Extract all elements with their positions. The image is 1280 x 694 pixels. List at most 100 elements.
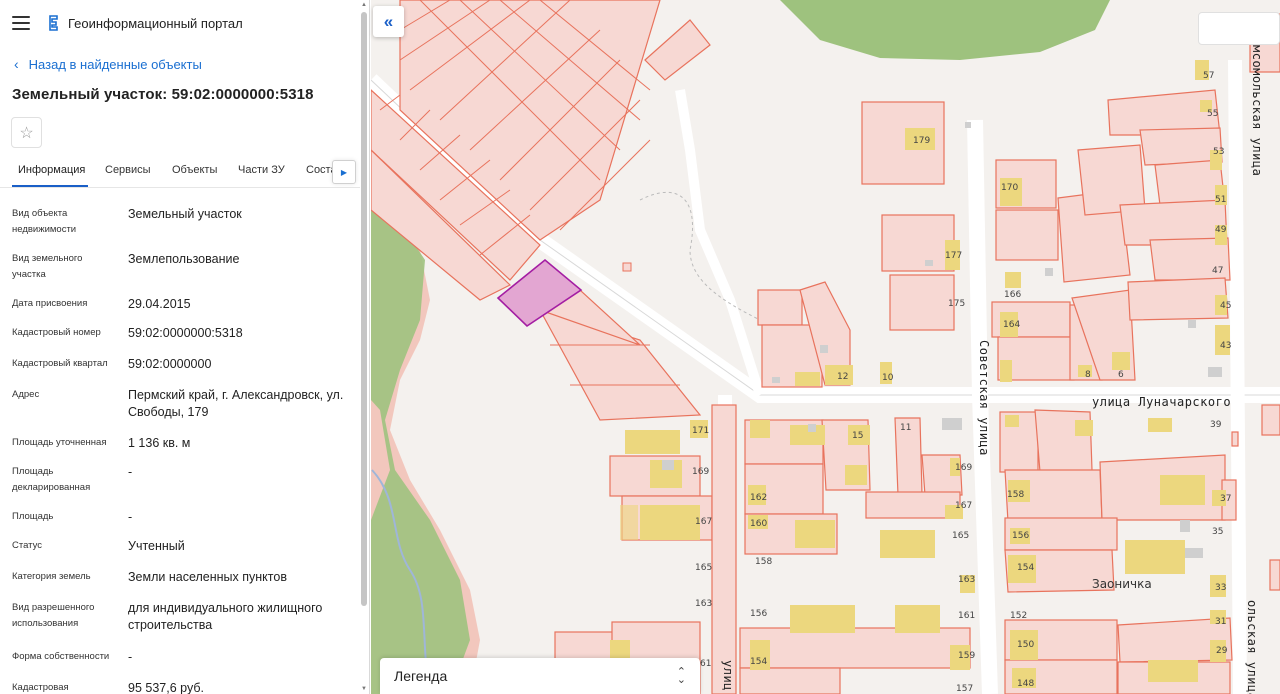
detail-label: Форма собственности (12, 651, 110, 662)
svg-text:15: 15 (852, 431, 863, 441)
cadastral-map[interactable]: 57 55 53 51 49 47 45 43 179 170 177 175 166 164 12… (371, 0, 1280, 694)
street-label-komsomolskaya: мсомольская улица (1250, 45, 1264, 176)
detail-value: Земельный участок (128, 207, 242, 221)
svg-text:169: 169 (692, 467, 709, 477)
info-sidebar: Геоинформационный портал ‹ Назад в найде… (0, 0, 370, 694)
svg-text:161: 161 (958, 611, 975, 621)
svg-text:175: 175 (948, 299, 965, 309)
tab-info[interactable]: Информация (18, 164, 85, 176)
svg-text:163: 163 (695, 599, 712, 609)
legend-dropdown[interactable]: Легенда ⌃ ⌄ (380, 658, 700, 694)
active-tab-indicator (12, 185, 88, 187)
svg-text:11: 11 (900, 423, 911, 433)
detail-value: 29.04.2015 (128, 297, 191, 311)
tab-objects[interactable]: Объекты (172, 164, 217, 176)
svg-text:167: 167 (695, 517, 712, 527)
collapse-sidebar-button[interactable]: « (373, 6, 404, 37)
svg-text:43: 43 (1220, 341, 1231, 351)
tab-parts[interactable]: Части ЗУ (238, 164, 285, 176)
detail-value: Учтенный (128, 539, 185, 553)
detail-label: Площадь декларированная (12, 466, 91, 493)
svg-text:179: 179 (913, 136, 930, 146)
back-to-results-link[interactable]: ‹ Назад в найденные объекты (14, 56, 202, 72)
detail-value: 59:02:0000000:5318 (128, 326, 243, 340)
svg-text:39: 39 (1210, 420, 1222, 430)
svg-text:167: 167 (955, 501, 972, 511)
svg-text:49: 49 (1215, 225, 1227, 235)
street-label-bottom-left: улиц (721, 660, 735, 691)
svg-text:8: 8 (1085, 370, 1091, 380)
tabs-next-button[interactable]: ▶ (332, 160, 356, 184)
detail-label: Площадь (12, 511, 54, 522)
map-search-box[interactable] (1198, 12, 1280, 45)
detail-label: Вид земельного участка (12, 253, 83, 280)
portal-title: Геоинформационный портал (68, 15, 243, 31)
detail-value: - (128, 650, 133, 664)
svg-text:163: 163 (958, 575, 975, 585)
map-view[interactable]: 57 55 53 51 49 47 45 43 179 170 177 175 166 164 12… (371, 0, 1280, 694)
svg-text:6: 6 (1118, 370, 1124, 380)
svg-text:165: 165 (695, 563, 712, 573)
scroll-down-icon[interactable]: ▼ (361, 686, 367, 692)
menu-icon[interactable] (12, 16, 30, 30)
svg-text:47: 47 (1212, 266, 1223, 276)
svg-text:55: 55 (1207, 109, 1218, 119)
app-root: Геоинформационный портал ‹ Назад в найде… (0, 0, 1280, 694)
svg-text:162: 162 (750, 493, 767, 503)
street-label-sovetskaya: Советская улица (977, 340, 991, 456)
svg-text:156: 156 (750, 609, 767, 619)
detail-value: 1 136 кв. м (128, 436, 191, 450)
svg-text:160: 160 (750, 519, 767, 529)
favorite-button[interactable]: ☆ (11, 117, 42, 148)
svg-text:53: 53 (1213, 147, 1224, 157)
detail-value: Пермский край, г. Александровск, ул. Сво… (128, 388, 344, 419)
svg-text:177: 177 (945, 251, 962, 261)
svg-text:164: 164 (1003, 320, 1020, 330)
detail-value: Землепользование (128, 252, 240, 266)
street-label-komsomolskaya-bottom: ольская улица (1245, 600, 1259, 694)
detail-label: Кадастровый номер (12, 327, 101, 338)
scroll-up-icon[interactable]: ▲ (361, 2, 367, 8)
tab-bar: Информация Сервисы Объекты Части ЗУ Сост… (0, 158, 360, 188)
detail-label: Вид разрешенного использования (12, 602, 95, 629)
svg-text:165: 165 (952, 531, 969, 541)
svg-text:157: 157 (956, 684, 973, 694)
svg-text:158: 158 (755, 557, 772, 567)
street-label-lunacharskogo: улица Луначарского (1092, 395, 1231, 409)
detail-label: Вид объекта недвижимости (12, 208, 77, 235)
chevron-left-icon: ‹ (14, 56, 19, 72)
expand-collapse-icon: ⌃ ⌄ (676, 666, 686, 686)
svg-text:171: 171 (692, 426, 709, 436)
detail-value: 59:02:0000000 (128, 357, 212, 371)
detail-label: Площадь уточненная (12, 437, 107, 448)
legend-label: Легенда (394, 668, 448, 684)
detail-label: Кадастровый квартал (12, 358, 108, 369)
detail-value: Земли населенных пунктов (128, 570, 287, 584)
svg-text:12: 12 (837, 372, 848, 382)
svg-text:169: 169 (955, 463, 972, 473)
district-label: Заоничка (1092, 577, 1152, 591)
detail-label: Категория земель (12, 571, 91, 582)
detail-value: - (128, 510, 133, 524)
sidebar-scrollbar[interactable] (361, 12, 367, 606)
svg-text:51: 51 (1215, 195, 1226, 205)
star-icon: ☆ (19, 124, 34, 142)
detail-value: - (128, 465, 133, 479)
svg-text:148: 148 (1017, 679, 1034, 689)
top-bar: Геоинформационный портал (0, 0, 360, 46)
svg-text:158: 158 (1007, 490, 1024, 500)
detail-label: Кадастровая (12, 682, 69, 693)
svg-text:154: 154 (1017, 563, 1034, 573)
svg-text:150: 150 (1017, 640, 1034, 650)
detail-label: Дата присвоения (12, 298, 88, 309)
page-title: Земельный участок: 59:02:0000000:5318 (12, 86, 314, 103)
svg-text:37: 37 (1220, 494, 1231, 504)
tab-services[interactable]: Сервисы (105, 164, 151, 176)
svg-text:166: 166 (1004, 290, 1021, 300)
triangle-right-icon: ▶ (340, 167, 348, 177)
back-link-label: Назад в найденные объекты (28, 56, 202, 72)
svg-text:29: 29 (1216, 646, 1228, 656)
svg-text:45: 45 (1220, 301, 1231, 311)
svg-text:33: 33 (1215, 583, 1226, 593)
portal-logo-icon (49, 15, 58, 31)
